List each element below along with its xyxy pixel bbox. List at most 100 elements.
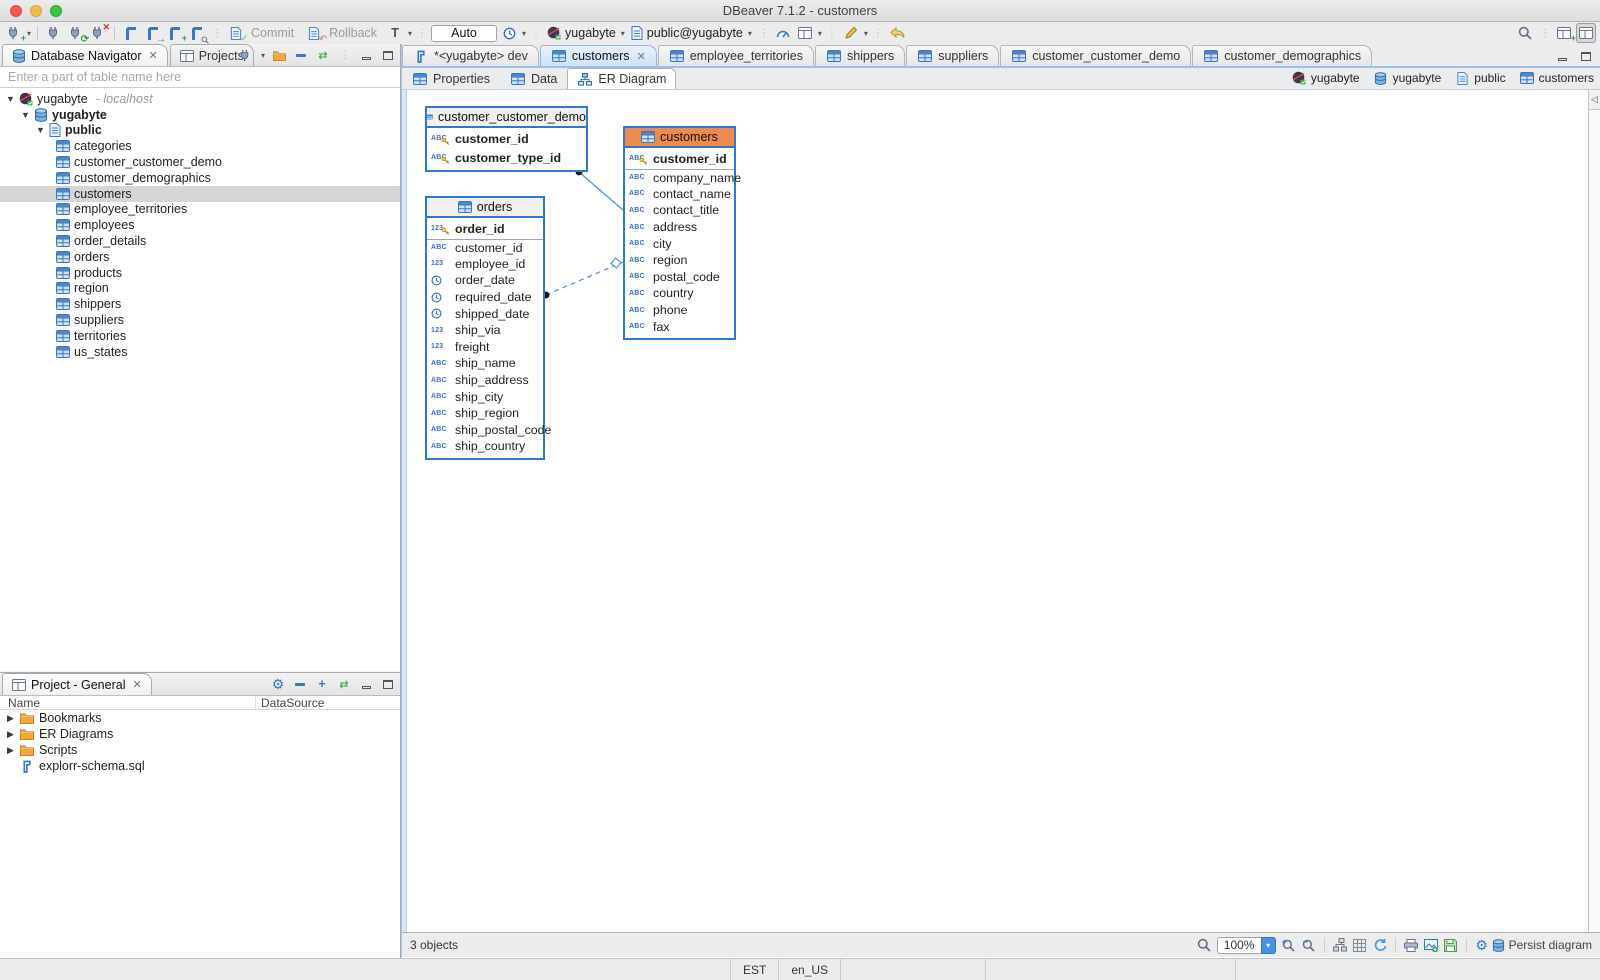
export-image-button[interactable]	[1421, 936, 1441, 954]
maximize-panel-button[interactable]	[380, 676, 396, 692]
project-item[interactable]: ▶ Bookmarks	[0, 710, 400, 726]
commit-icon[interactable]: ✓	[226, 23, 246, 43]
collapse-all-button[interactable]	[293, 47, 309, 63]
search-button[interactable]	[1515, 23, 1535, 43]
tree-item-table[interactable]: territories	[0, 328, 400, 344]
entity-field[interactable]: shipped_date	[427, 305, 543, 322]
entity-customer-customer-demo[interactable]: customer_customer_demo ABC customer_id	[425, 106, 588, 172]
locale-cell[interactable]: en_US	[778, 959, 840, 980]
expand-arrow-icon[interactable]: ▶	[6, 745, 15, 756]
tab-database-navigator[interactable]: Database Navigator ✕	[2, 44, 168, 66]
entity-field[interactable]: ABC ship_name	[427, 355, 543, 372]
tree-item-connection[interactable]: ▼ yugabyte - localhost	[0, 91, 400, 107]
new-connection-button[interactable]: +	[4, 23, 24, 43]
er-diagram-canvas[interactable]: customer_customer_demo ABC customer_id	[402, 90, 1600, 932]
transaction-log-caret-icon[interactable]: ▾	[522, 29, 526, 38]
disconnect-button[interactable]: ✕	[88, 23, 108, 43]
editor-tab[interactable]: *<yugabyte> dev ✕	[402, 45, 539, 66]
tree-item-table[interactable]: region	[0, 281, 400, 297]
entity-field[interactable]: ABC phone	[625, 302, 734, 319]
project-item[interactable]: ▶ ER Diagrams	[0, 726, 400, 742]
minimize-editor-button[interactable]	[1554, 48, 1570, 64]
new-connection-caret-icon[interactable]: ▾	[27, 29, 31, 38]
breadcrumb-item[interactable]: yugabyte	[1291, 71, 1360, 85]
active-schema-select[interactable]: public@yugabyte ▾	[629, 26, 754, 40]
transaction-mode-caret-icon[interactable]: ▾	[408, 29, 412, 38]
zoom-out-button[interactable]: −	[1299, 936, 1319, 954]
editor-subtab[interactable]: Properties	[402, 68, 500, 89]
active-connection-select[interactable]: yugabyte ▾	[545, 26, 627, 40]
tree-item-table[interactable]: products	[0, 265, 400, 281]
link-with-editor-button[interactable]: ⇄	[315, 47, 331, 63]
new-folder-button[interactable]	[271, 47, 287, 63]
diagram-settings-button[interactable]: ⚙	[1472, 936, 1492, 954]
zoom-level-value[interactable]: 100%	[1217, 937, 1261, 954]
compose-caret-icon[interactable]: ▾	[864, 29, 868, 38]
add-project-item-button[interactable]: +	[314, 676, 330, 692]
minimize-panel-button[interactable]	[358, 676, 374, 692]
close-window-button[interactable]	[10, 5, 22, 17]
close-icon[interactable]: ✕	[132, 678, 141, 691]
tree-item-table[interactable]: orders	[0, 249, 400, 265]
toggle-grid-button[interactable]	[1350, 936, 1370, 954]
expand-arrow-icon[interactable]: ▼	[6, 94, 15, 104]
tree-item-table[interactable]: order_details	[0, 233, 400, 249]
breadcrumb-item[interactable]: yugabyte	[1373, 71, 1442, 85]
zoom-level-caret-icon[interactable]: ▾	[1261, 937, 1276, 954]
dbeaver-perspective-button[interactable]	[1576, 23, 1596, 43]
project-item[interactable]: ▶ Scripts	[0, 742, 400, 758]
entity-field[interactable]: ABC ship_address	[427, 372, 543, 389]
persist-diagram-button[interactable]: Persist diagram	[1492, 938, 1592, 952]
collapse-palette-button[interactable]: ◁	[1589, 90, 1600, 110]
table-filter-input[interactable]	[0, 67, 400, 87]
open-sql-script-button[interactable]: →	[143, 23, 163, 43]
diagram-search-button[interactable]	[1194, 936, 1214, 954]
tree-item-table[interactable]: employees	[0, 217, 400, 233]
entity-field[interactable]: ABC contact_title	[625, 202, 734, 219]
entity-header[interactable]: customers	[625, 128, 734, 148]
editor-tab[interactable]: suppliers ✕	[906, 45, 999, 66]
maximize-editor-button[interactable]	[1578, 48, 1594, 64]
entity-field[interactable]: ABC customer_id	[427, 239, 543, 256]
editor-tab[interactable]: customers ✕	[540, 45, 657, 66]
compose-button[interactable]	[841, 23, 861, 43]
tree-item-database[interactable]: ▼ yugabyte	[0, 107, 400, 123]
entity-field[interactable]: order_date	[427, 272, 543, 289]
entity-field[interactable]: ABC country	[625, 285, 734, 302]
zoom-level-combo[interactable]: 100% ▾	[1217, 937, 1276, 954]
project-item[interactable]: ▶ explorr-schema.sql	[0, 758, 400, 774]
zoom-in-button[interactable]: +	[1279, 936, 1299, 954]
print-diagram-button[interactable]	[1401, 936, 1421, 954]
new-sql-editor-button[interactable]: +	[165, 23, 185, 43]
link-with-editor-button[interactable]: ⇄	[336, 676, 352, 692]
back-history-button[interactable]	[887, 23, 907, 43]
entity-field[interactable]: ABC customer_type_id	[427, 148, 586, 167]
new-connection-mini-button[interactable]	[238, 47, 254, 63]
entity-field[interactable]: required_date	[427, 289, 543, 306]
commit-button[interactable]: Commit	[251, 26, 294, 40]
commit-mode-combo[interactable]: Auto	[431, 25, 497, 42]
entity-orders[interactable]: orders 123 order_id	[425, 196, 545, 460]
entity-field[interactable]: ABC address	[625, 219, 734, 236]
transaction-mode-button[interactable]: T	[385, 23, 405, 43]
editor-subtab[interactable]: Data	[500, 68, 567, 89]
editor-tab[interactable]: employee_territories ✕	[658, 45, 814, 66]
tree-item-table[interactable]: us_states	[0, 344, 400, 360]
tree-item-table[interactable]: customer_demographics	[0, 170, 400, 186]
expand-arrow-icon[interactable]: ▼	[21, 110, 30, 120]
column-datasource[interactable]: DataSource	[255, 696, 400, 710]
entity-field[interactable]: ABC region	[625, 252, 734, 269]
entity-customers[interactable]: customers ABC customer_id	[623, 126, 736, 340]
tree-item-table[interactable]: suppliers	[0, 312, 400, 328]
editor-subtab[interactable]: ER Diagram	[567, 68, 676, 89]
sql-editor-button[interactable]	[121, 23, 141, 43]
entity-field[interactable]: 123 ship_via	[427, 322, 543, 339]
layout-windows-button[interactable]	[795, 23, 815, 43]
expand-arrow-icon[interactable]: ▶	[6, 713, 15, 724]
canvas-scrollbar[interactable]: ◁	[1588, 90, 1600, 932]
entity-field[interactable]: ABC postal_code	[625, 269, 734, 286]
dashboard-button[interactable]	[773, 23, 793, 43]
entity-header[interactable]: customer_customer_demo	[427, 108, 586, 128]
timezone-cell[interactable]: EST	[730, 959, 778, 980]
entity-field[interactable]: ABC customer_id	[625, 149, 734, 168]
